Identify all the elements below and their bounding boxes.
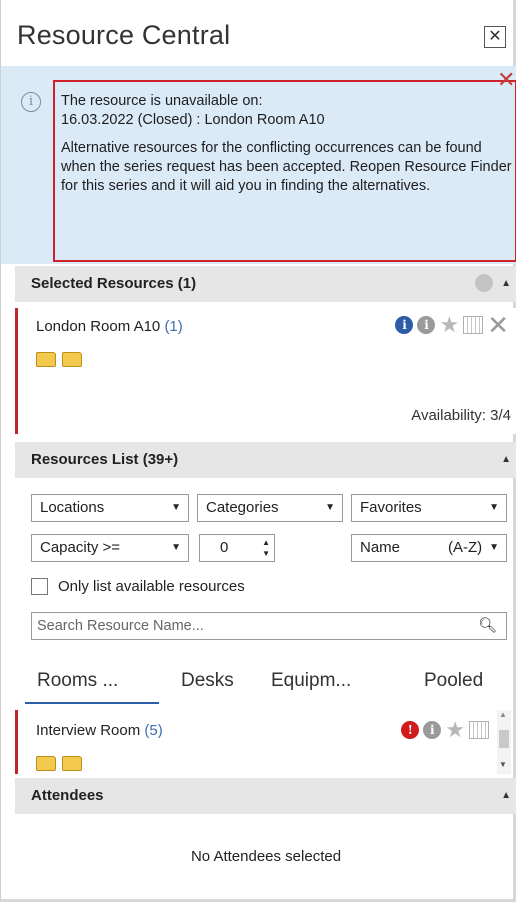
- stepper-arrows-icon[interactable]: ▲ ▼: [262, 537, 270, 559]
- tab-equipment[interactable]: Equipm...: [271, 670, 351, 692]
- capacity-label: Capacity >=: [40, 539, 121, 556]
- resources-list-header[interactable]: Resources List (39+) ▲: [15, 442, 516, 478]
- attendees-header[interactable]: Attendees ▲: [15, 778, 516, 814]
- favorites-dropdown[interactable]: Favorites ▼: [351, 494, 507, 522]
- search-icon[interactable]: 🔍︎: [478, 613, 497, 639]
- chevron-down-icon: ▼: [489, 542, 499, 553]
- unavailable-alert: i The resource is unavailable on: 16.03.…: [1, 66, 516, 264]
- attendees-title: Attendees: [31, 787, 104, 804]
- gear-icon[interactable]: [475, 274, 493, 292]
- sort-order-label: (A-Z): [448, 539, 483, 556]
- collapse-caret-icon[interactable]: ▲: [501, 442, 511, 478]
- resource-name-label: London Room A10: [36, 318, 161, 335]
- scroll-up-icon[interactable]: ▲: [499, 710, 507, 719]
- selected-resource-card[interactable]: London Room A10 (1) i i ★ ✕ Availability…: [15, 308, 516, 434]
- alert-line-1: The resource is unavailable on:: [61, 93, 263, 109]
- locations-dropdown[interactable]: Locations ▼: [31, 494, 189, 522]
- room-folders: [36, 756, 82, 771]
- collapse-caret-icon[interactable]: ▲: [501, 266, 511, 302]
- remove-resource-icon[interactable]: ✕: [487, 312, 509, 338]
- unavailable-warning-icon[interactable]: !: [401, 721, 420, 739]
- only-available-label: Only list available resources: [58, 578, 245, 595]
- resource-folders: [36, 352, 82, 367]
- resource-central-pane: Resource Central ✕ i The resource is una…: [0, 0, 516, 902]
- capacity-dropdown[interactable]: Capacity >= ▼: [31, 534, 189, 562]
- no-attendees-text: No Attendees selected: [190, 848, 342, 865]
- folder-icon: [62, 352, 82, 367]
- chevron-down-icon: ▼: [171, 502, 181, 513]
- chevron-down-icon: ▼: [325, 502, 335, 513]
- pane-title: Resource Central: [17, 20, 231, 50]
- room-name-label: Interview Room: [36, 722, 141, 739]
- list-item[interactable]: Interview Room (5) ! i ★: [15, 710, 516, 774]
- tab-pooled[interactable]: Pooled: [424, 670, 483, 692]
- scroll-down-icon[interactable]: ▼: [499, 760, 507, 769]
- room-count: (5): [144, 722, 163, 739]
- folder-icon: [36, 756, 56, 771]
- resource-count: (1): [164, 318, 183, 335]
- sort-name-label: Name: [360, 539, 401, 556]
- info-icon: i: [21, 92, 41, 112]
- details-icon[interactable]: i: [423, 721, 442, 739]
- details-icon[interactable]: i: [417, 316, 436, 334]
- availability-text: Availability: 3/4: [411, 407, 511, 424]
- selected-resources-header[interactable]: Selected Resources (1) ▲: [15, 266, 516, 302]
- alert-line-2: 16.03.2022 (Closed) : London Room A10: [61, 112, 325, 128]
- categories-label: Categories: [206, 499, 279, 516]
- folder-icon: [62, 756, 82, 771]
- selected-resources-title: Selected Resources (1): [31, 275, 197, 292]
- scroll-thumb[interactable]: [499, 730, 509, 748]
- locations-label: Locations: [40, 499, 105, 516]
- active-tab-underline: [25, 702, 159, 704]
- folder-icon: [36, 352, 56, 367]
- search-input[interactable]: Search Resource Name... 🔍︎: [31, 612, 507, 640]
- favorite-star-icon[interactable]: ★: [439, 314, 459, 336]
- resource-type-tabs: Rooms ... Desks Equipm... Pooled: [15, 664, 516, 704]
- categories-dropdown[interactable]: Categories ▼: [197, 494, 343, 522]
- info-blue-icon[interactable]: i: [395, 316, 414, 334]
- capacity-stepper[interactable]: 0 ▲ ▼: [199, 534, 275, 562]
- list-scrollbar[interactable]: ▲ ▼: [497, 710, 511, 774]
- resource-actions: i i ★ ✕: [395, 312, 509, 338]
- search-placeholder: Search Resource Name...: [37, 618, 204, 634]
- calendar-icon[interactable]: [469, 721, 489, 739]
- only-available-option[interactable]: Only list available resources: [31, 578, 245, 595]
- collapse-caret-icon[interactable]: ▲: [501, 778, 511, 814]
- tab-rooms[interactable]: Rooms ...: [37, 670, 118, 692]
- capacity-value: 0: [220, 539, 229, 556]
- sort-dropdown[interactable]: Name (A-Z) ▼: [351, 534, 507, 562]
- alert-message-box: The resource is unavailable on: 16.03.20…: [53, 80, 516, 262]
- calendar-icon[interactable]: [463, 316, 484, 334]
- chevron-down-icon: ▼: [489, 502, 499, 513]
- tab-desks[interactable]: Desks: [181, 670, 234, 692]
- close-pane-button[interactable]: ✕: [484, 26, 506, 48]
- resources-list-title: Resources List (39+): [31, 451, 179, 468]
- only-available-checkbox[interactable]: [31, 578, 48, 595]
- room-actions: ! i ★: [401, 719, 489, 741]
- alert-body: Alternative resources for the conflictin…: [61, 140, 512, 194]
- favorite-star-icon[interactable]: ★: [445, 719, 465, 741]
- chevron-down-icon: ▼: [171, 542, 181, 553]
- selected-resource-name: London Room A10 (1): [36, 318, 183, 335]
- favorites-label: Favorites: [360, 499, 422, 516]
- title-bar: Resource Central ✕: [1, 0, 513, 66]
- dismiss-alert-icon[interactable]: ✕: [497, 69, 515, 91]
- room-name: Interview Room (5): [36, 722, 163, 739]
